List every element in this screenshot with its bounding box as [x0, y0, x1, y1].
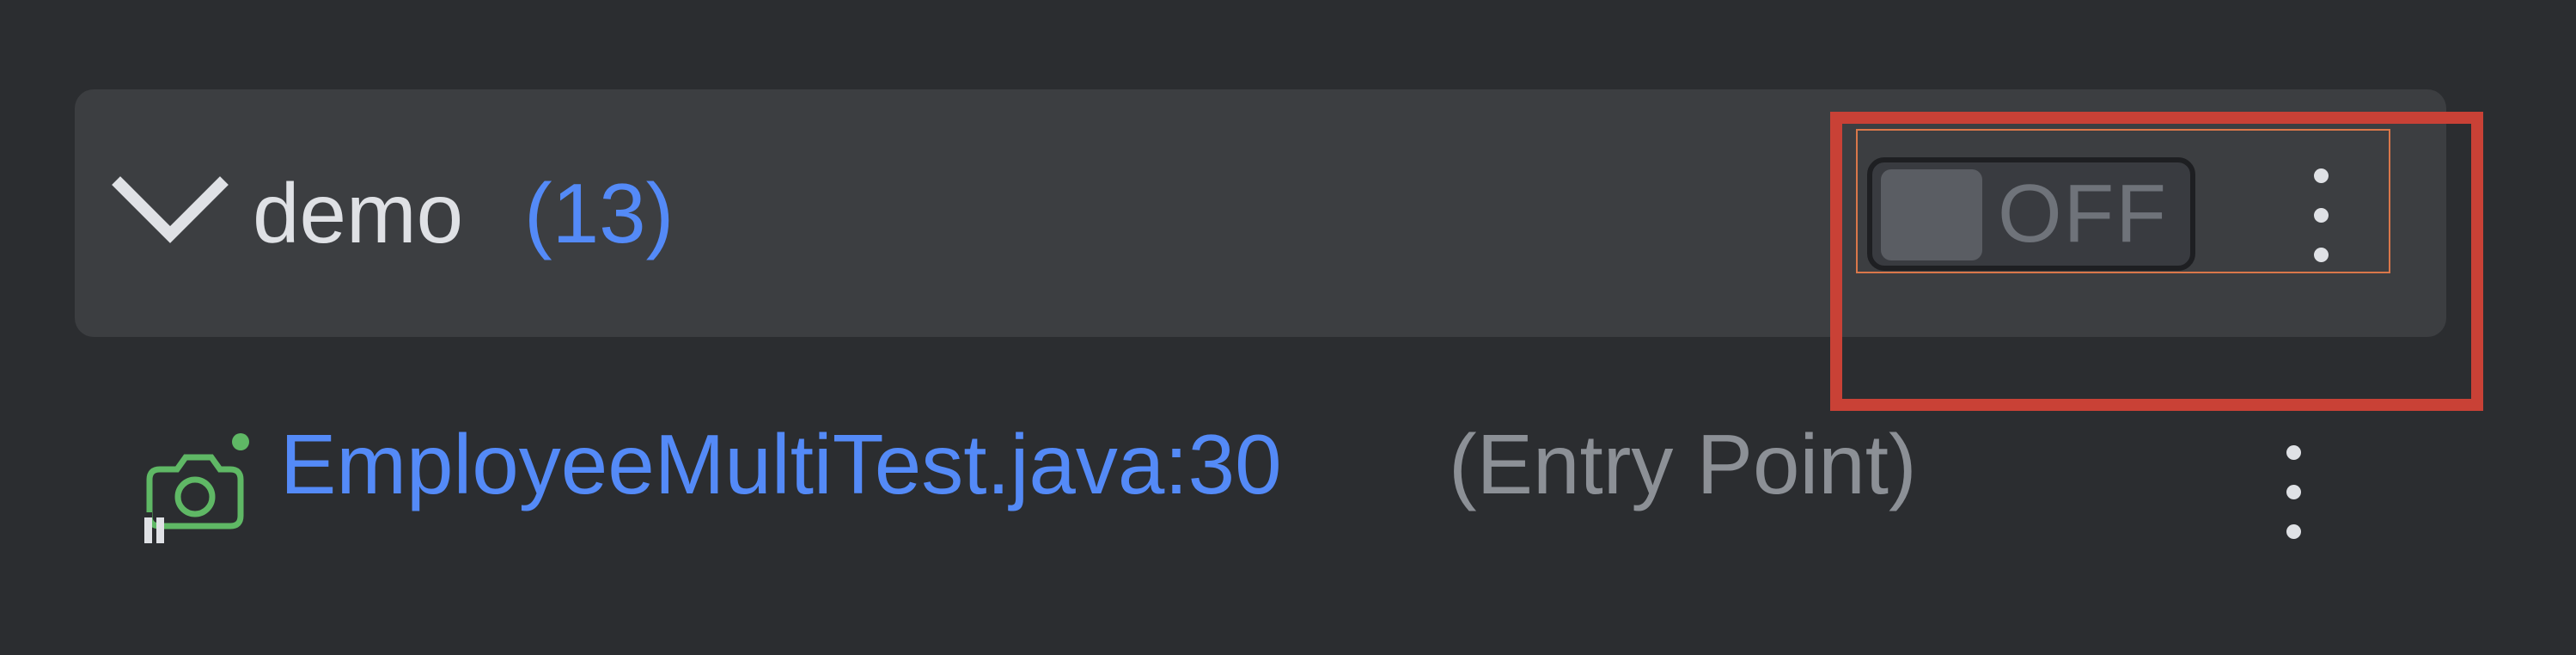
toggle-label: OFF: [1998, 168, 2168, 260]
group-name: demo: [253, 166, 464, 260]
camera-snapshot-icon: [143, 433, 249, 545]
group-count: (13): [524, 166, 675, 260]
breakpoints-panel: demo (13) OFF EmployeeMultiTest.java:30 …: [0, 0, 2576, 655]
group-enable-toggle[interactable]: OFF: [1867, 157, 2195, 271]
more-vertical-icon[interactable]: [2304, 160, 2339, 272]
breakpoint-entry-label: (Entry Point): [1449, 417, 1917, 511]
toggle-knob: [1881, 169, 1982, 260]
more-vertical-icon[interactable]: [2277, 437, 2311, 548]
breakpoint-location-link[interactable]: EmployeeMultiTest.java:30: [280, 413, 1282, 516]
chevron-down-icon[interactable]: [112, 176, 229, 245]
